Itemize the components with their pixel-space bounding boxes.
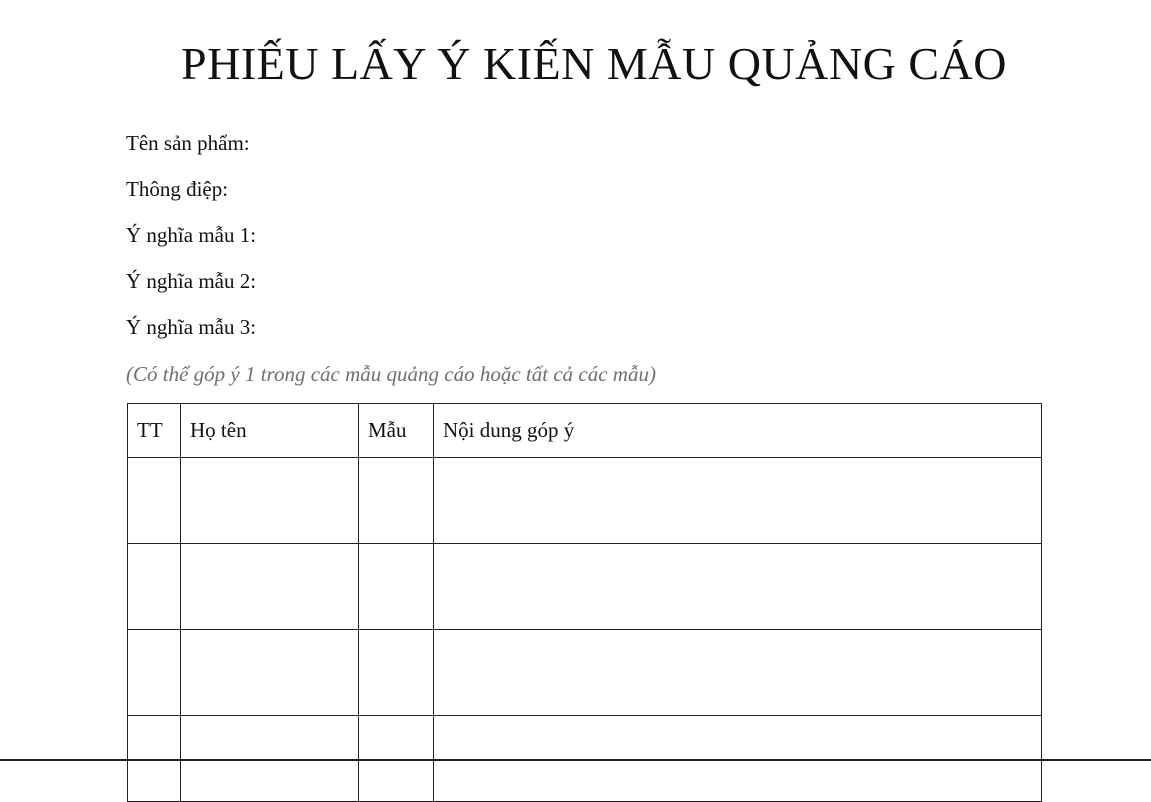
product-name-label: Tên sản phẩm: bbox=[126, 131, 250, 155]
cell-sample[interactable] bbox=[358, 457, 434, 544]
instruction-note: (Có thể góp ý 1 trong các mẫu quảng cáo … bbox=[126, 362, 656, 386]
table-header-row: TT Họ tên Mẫu Nội dung góp ý bbox=[127, 403, 1042, 458]
message-label: Thông điệp: bbox=[126, 177, 229, 201]
header-tt: TT bbox=[127, 403, 181, 458]
header-name: Họ tên bbox=[180, 403, 359, 458]
table-row bbox=[127, 457, 1042, 544]
sample-1-meaning-label: Ý nghĩa mẫu 1: bbox=[126, 223, 257, 247]
cell-name[interactable] bbox=[180, 457, 359, 544]
cell-tt[interactable] bbox=[127, 629, 181, 716]
header-content: Nội dung góp ý bbox=[433, 403, 1042, 458]
cell-sample[interactable] bbox=[358, 543, 434, 630]
table-row bbox=[127, 543, 1042, 630]
page-title: PHIẾU LẤY Ý KIẾN MẪU QUẢNG CÁO bbox=[181, 38, 1007, 89]
header-sample: Mẫu bbox=[358, 403, 434, 458]
cell-content[interactable] bbox=[433, 629, 1042, 716]
feedback-table: TT Họ tên Mẫu Nội dung góp ý bbox=[127, 403, 1042, 802]
sample-3-meaning-label: Ý nghĩa mẫu 3: bbox=[126, 315, 257, 339]
cell-tt[interactable] bbox=[127, 543, 181, 630]
sample-2-meaning-label: Ý nghĩa mẫu 2: bbox=[126, 269, 257, 293]
document-page: PHIẾU LẤY Ý KIẾN MẪU QUẢNG CÁO Tên sản p… bbox=[0, 0, 1151, 802]
cell-name[interactable] bbox=[180, 629, 359, 716]
cell-content[interactable] bbox=[433, 543, 1042, 630]
cell-content[interactable] bbox=[433, 457, 1042, 544]
table-row bbox=[127, 629, 1042, 716]
cell-tt[interactable] bbox=[127, 457, 181, 544]
cell-sample[interactable] bbox=[358, 629, 434, 716]
cell-name[interactable] bbox=[180, 543, 359, 630]
